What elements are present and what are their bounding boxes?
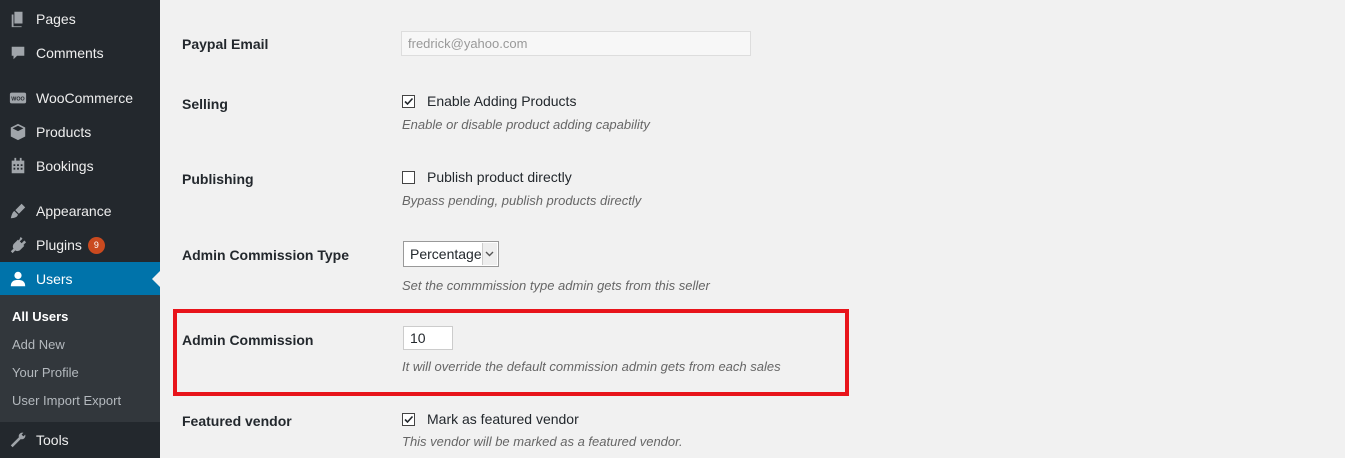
commission-type-label: Admin Commission Type	[182, 247, 349, 263]
users-submenu: All Users Add New Your Profile User Impo…	[0, 295, 160, 422]
submenu-add-new[interactable]: Add New	[12, 337, 65, 352]
sidebar-item-bookings[interactable]: Bookings	[0, 149, 160, 183]
sidebar-item-appearance[interactable]: Appearance	[0, 194, 160, 228]
sidebar-item-label: WooCommerce	[36, 90, 133, 106]
sidebar-item-products[interactable]: Products	[0, 115, 160, 149]
commission-type-select[interactable]: Percentage	[403, 241, 499, 267]
sidebar-item-tools[interactable]: Tools	[0, 423, 160, 457]
submenu-your-profile[interactable]: Your Profile	[12, 365, 79, 380]
submenu-all-users[interactable]: All Users	[12, 309, 68, 324]
admin-sidebar: Pages Comments WOO WooCommerce Products …	[0, 0, 160, 458]
commission-type-selected-value: Percentage	[410, 246, 482, 262]
sidebar-item-woocommerce[interactable]: WOO WooCommerce	[0, 81, 160, 115]
sidebar-item-label: Users	[36, 271, 73, 287]
plugin-icon	[8, 235, 28, 255]
paypal-email-field[interactable]	[401, 31, 751, 56]
comments-icon	[8, 43, 28, 63]
featured-vendor-option[interactable]: Mark as featured vendor	[402, 411, 579, 427]
wrench-icon	[8, 430, 28, 450]
chevron-down-icon	[481, 243, 497, 265]
pages-icon	[8, 9, 28, 29]
featured-vendor-checkbox[interactable]	[402, 412, 415, 426]
user-icon	[8, 269, 28, 289]
active-menu-arrow	[152, 271, 160, 287]
highlight-annotation-box	[173, 309, 849, 396]
svg-text:WOO: WOO	[11, 96, 24, 102]
sidebar-item-pages[interactable]: Pages	[0, 2, 160, 36]
publish-directly-label: Publish product directly	[427, 169, 572, 185]
enable-adding-products-label: Enable Adding Products	[427, 93, 577, 109]
sidebar-item-label: Pages	[36, 11, 76, 27]
sidebar-item-label: Appearance	[36, 203, 112, 219]
sidebar-item-plugins[interactable]: Plugins 9	[0, 228, 160, 262]
selling-description: Enable or disable product adding capabil…	[402, 117, 650, 132]
sidebar-item-label: Products	[36, 124, 92, 140]
sidebar-item-label: Bookings	[36, 158, 94, 174]
sidebar-item-users[interactable]: Users	[0, 262, 160, 296]
publish-directly-checkbox[interactable]	[402, 170, 415, 184]
enable-adding-products-option[interactable]: Enable Adding Products	[402, 93, 576, 109]
publish-directly-option[interactable]: Publish product directly	[402, 169, 572, 185]
products-icon	[8, 122, 28, 142]
selling-label: Selling	[182, 96, 228, 112]
enable-adding-products-checkbox[interactable]	[402, 94, 415, 108]
woocommerce-icon: WOO	[8, 88, 28, 108]
publishing-description: Bypass pending, publish products directl…	[402, 193, 642, 208]
featured-vendor-checkbox-label: Mark as featured vendor	[427, 411, 579, 427]
sidebar-item-label: Comments	[36, 45, 104, 61]
sidebar-item-comments[interactable]: Comments	[0, 36, 160, 70]
commission-type-description: Set the commmission type admin gets from…	[402, 278, 710, 293]
sidebar-item-label: Tools	[36, 432, 69, 448]
publishing-label: Publishing	[182, 171, 254, 187]
update-count-badge: 9	[87, 236, 105, 254]
paypal-email-label: Paypal Email	[182, 36, 269, 52]
sidebar-item-label: Plugins	[36, 237, 82, 253]
featured-vendor-label: Featured vendor	[182, 413, 292, 429]
brush-icon	[8, 201, 28, 221]
calendar-icon	[8, 156, 28, 176]
submenu-user-import-export[interactable]: User Import Export	[12, 393, 121, 408]
featured-vendor-description: This vendor will be marked as a featured…	[402, 434, 683, 449]
